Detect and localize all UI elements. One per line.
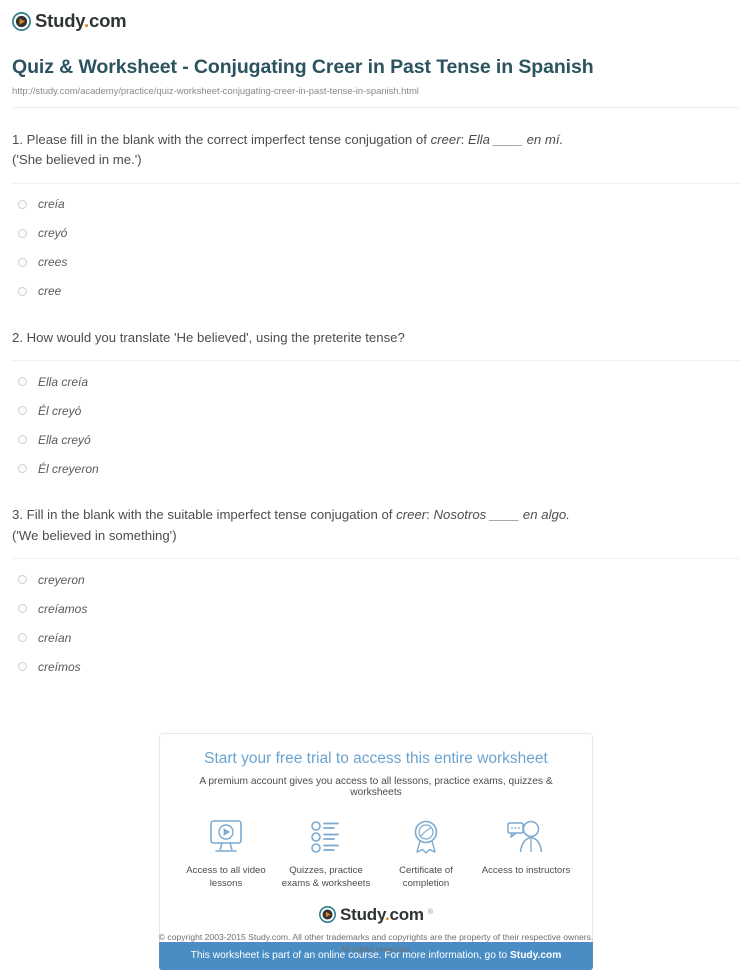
question-divider — [12, 558, 740, 560]
quiz-body: 1. Please fill in the blank with the cor… — [0, 108, 752, 681]
copyright-line-1: © copyright 2003-2015 Study.com. All oth… — [158, 932, 594, 942]
radio-button-icon[interactable] — [18, 662, 27, 672]
feature-certificate: Certificate of completion — [376, 816, 476, 891]
option-label: Él creyeron — [38, 461, 99, 476]
option-list-2: Ella creía Él creyó Ella creyó Él creyer… — [12, 367, 740, 483]
feature-instructors: Access to instructors — [476, 816, 576, 878]
option-row[interactable]: Ella creyó — [12, 425, 740, 454]
question-block-1: 1. Please fill in the blank with the cor… — [12, 108, 740, 306]
option-label: creyó — [38, 226, 68, 241]
question-divider — [12, 360, 740, 362]
option-row[interactable]: creían — [12, 623, 740, 652]
copyright-line-2: All rights reserved. — [340, 944, 412, 955]
option-label: creímos — [38, 659, 81, 674]
copyright-footer: © copyright 2003-2015 Study.com. All oth… — [0, 931, 752, 956]
promo-card: Start your free trial to access this ent… — [159, 733, 593, 943]
option-row[interactable]: creíamos — [12, 594, 740, 623]
promo-site-logo[interactable]: Study.com ® — [174, 896, 578, 932]
option-row[interactable]: Él creyó — [12, 396, 740, 425]
option-label: Él creyó — [38, 403, 82, 418]
option-list-3: creyeron creíamos creían creímos — [12, 565, 740, 681]
radio-button-icon[interactable] — [18, 604, 27, 614]
feature-label: Certificate of completion — [399, 864, 453, 889]
feature-label: Access to instructors — [481, 864, 571, 876]
radio-button-icon[interactable] — [18, 199, 27, 209]
feature-label: Access to all video lessons — [186, 864, 266, 889]
monitor-play-icon — [176, 816, 276, 858]
option-row[interactable]: cree — [12, 277, 740, 306]
instructor-chat-icon — [476, 816, 576, 858]
play-circle-icon — [12, 11, 31, 31]
option-label: Ella creía — [38, 374, 89, 389]
option-list-1: creía creyó crees cree — [12, 190, 740, 306]
option-row[interactable]: creyeron — [12, 565, 740, 594]
radio-button-icon[interactable] — [18, 464, 27, 474]
radio-button-icon[interactable] — [18, 633, 27, 643]
option-row[interactable]: creyó — [12, 219, 740, 248]
option-label: creyeron — [38, 572, 85, 587]
option-row[interactable]: crees — [12, 248, 740, 277]
brand-name-main: Study — [35, 9, 85, 31]
feature-label: Quizzes, practice exams & worksheets — [281, 864, 371, 889]
radio-button-icon[interactable] — [18, 228, 27, 238]
site-logo[interactable]: Study.com — [12, 8, 740, 34]
question-stem: 3. Fill in the blank with the suitable i… — [12, 507, 570, 543]
promo-subtitle: A premium account gives you access to al… — [199, 775, 553, 798]
brand-name-tld: com — [389, 905, 424, 925]
page-header: Study.com — [0, 0, 752, 34]
option-row[interactable]: creía — [12, 190, 740, 219]
question-block-3: 3. Fill in the blank with the suitable i… — [12, 483, 740, 681]
question-stem: 2. How would you translate 'He believed'… — [12, 329, 405, 345]
radio-button-icon[interactable] — [18, 377, 27, 387]
title-block: Quiz & Worksheet - Conjugating Creer in … — [0, 34, 752, 97]
feature-video-lessons: Access to all video lessons — [176, 816, 276, 891]
radio-button-icon[interactable] — [18, 257, 27, 267]
checklist-icon — [276, 816, 376, 858]
option-label: creían — [38, 630, 72, 645]
page-url: http://study.com/academy/practice/quiz-w… — [12, 85, 419, 97]
brand-wordmark: Study.com — [35, 9, 127, 31]
radio-button-icon[interactable] — [18, 406, 27, 416]
option-label: creíamos — [38, 601, 88, 616]
question-block-2: 2. How would you translate 'He believed'… — [12, 306, 740, 483]
brand-wordmark: Study.com — [340, 906, 424, 923]
page-title: Quiz & Worksheet - Conjugating Creer in … — [12, 56, 594, 78]
radio-button-icon[interactable] — [18, 286, 27, 296]
question-divider — [12, 182, 740, 184]
radio-button-icon[interactable] — [18, 575, 27, 585]
option-row[interactable]: creímos — [12, 652, 740, 681]
award-ribbon-icon — [376, 816, 476, 858]
option-row[interactable]: Ella creía — [12, 367, 740, 396]
brand-name-main: Study — [339, 905, 385, 925]
option-label: creía — [38, 197, 65, 212]
promo-feature-list: Access to all video lessons Quizzes, pra… — [174, 812, 578, 897]
question-stem: 1. Please fill in the blank with the cor… — [12, 131, 564, 168]
feature-quizzes-exams: Quizzes, practice exams & worksheets — [276, 816, 376, 891]
option-label: cree — [38, 284, 62, 299]
option-label: crees — [38, 255, 68, 270]
option-row[interactable]: Él creyeron — [12, 454, 740, 483]
play-circle-icon — [319, 906, 336, 924]
promo-headline: Start your free trial to access this ent… — [204, 750, 548, 767]
option-label: Ella creyó — [38, 432, 91, 447]
trademark-symbol: ® — [427, 909, 434, 917]
radio-button-icon[interactable] — [18, 435, 27, 445]
brand-name-tld: com — [88, 9, 127, 31]
